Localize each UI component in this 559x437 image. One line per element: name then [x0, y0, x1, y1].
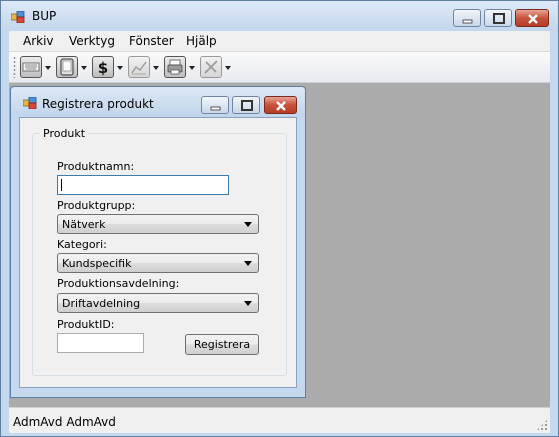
product-group-value: Nätverk [62, 218, 106, 231]
maximize-icon [493, 13, 505, 24]
chevron-down-icon [244, 261, 252, 266]
child-title-bar[interactable]: Registrera produkt [11, 87, 305, 117]
printer-icon [167, 59, 183, 75]
production-dept-value: Driftavdelning [62, 297, 141, 310]
register-button[interactable]: Registrera [185, 334, 259, 355]
toolbar-button-chart[interactable] [128, 56, 160, 80]
child-minimize-button[interactable] [201, 96, 229, 114]
category-label: Kategori: [57, 238, 107, 251]
minimize-icon [462, 19, 473, 24]
child-app-icon [23, 97, 37, 109]
dropdown-arrow-icon [189, 66, 195, 70]
product-id-input[interactable] [57, 333, 144, 353]
status-bar: AdmAvd AdmAvd [9, 407, 550, 433]
dropdown-arrow-icon [117, 66, 123, 70]
title-bar[interactable]: BUP [1, 1, 558, 31]
toolbar-button-keyboard[interactable] [20, 56, 52, 80]
dropdown-arrow-icon [225, 66, 231, 70]
minimize-button[interactable] [453, 9, 481, 27]
maximize-button[interactable] [484, 9, 512, 27]
register-product-window: Registrera produkt Produkt Produktnamn: … [10, 86, 306, 398]
close-icon [276, 101, 286, 111]
resize-grip-icon[interactable] [536, 419, 548, 431]
toolbar-grip[interactable] [13, 56, 16, 78]
close-icon [528, 14, 538, 24]
product-id-label: ProduktID: [57, 318, 115, 331]
tablet-icon [60, 58, 74, 76]
chevron-down-icon [244, 301, 252, 306]
svg-text:$: $ [98, 59, 108, 77]
category-select[interactable]: Kundspecifik [57, 253, 259, 273]
menu-verktyg[interactable]: Verktyg [69, 34, 115, 48]
menu-arkiv[interactable]: Arkiv [23, 34, 54, 48]
menu-bar: Arkiv Verktyg Fönster Hjälp [9, 31, 550, 52]
child-close-button[interactable] [264, 96, 297, 114]
child-maximize-button[interactable] [232, 96, 260, 114]
production-dept-label: Produktionsavdelning: [57, 277, 180, 290]
chevron-down-icon [244, 222, 252, 227]
chart-icon [131, 61, 147, 75]
dropdown-arrow-icon [45, 66, 51, 70]
category-value: Kundspecifik [62, 257, 132, 270]
tools-icon [204, 60, 218, 74]
toolbar-button-dollar[interactable]: $ [92, 56, 124, 80]
minimize-icon [210, 106, 221, 111]
main-window: BUP Arkiv Verktyg Fönster Hjälp $ AdmAvd… [0, 0, 559, 437]
dollar-icon: $ [98, 59, 108, 77]
toolbar-button-tools[interactable] [200, 56, 232, 80]
close-button[interactable] [515, 9, 549, 27]
app-icon [11, 11, 25, 23]
menu-fonster[interactable]: Fönster [129, 34, 174, 48]
menu-hjalp[interactable]: Hjälp [186, 34, 217, 48]
child-window-title: Registrera produkt [42, 97, 154, 111]
groupbox-title: Produkt [40, 127, 89, 140]
dropdown-arrow-icon [153, 66, 159, 70]
product-name-input[interactable] [57, 175, 229, 195]
keyboard-icon [22, 62, 40, 72]
production-dept-select[interactable]: Driftavdelning [57, 293, 259, 313]
window-title: BUP [32, 9, 57, 23]
child-client-area: Produkt Produktnamn: Produktgrupp: Nätve… [19, 117, 297, 388]
toolbar: $ [9, 52, 550, 83]
text-caret [61, 179, 62, 191]
product-name-label: Produktnamn: [57, 160, 135, 173]
product-group-select[interactable]: Nätverk [57, 214, 259, 234]
toolbar-button-tablet[interactable] [56, 56, 88, 80]
status-text: AdmAvd AdmAvd [13, 415, 116, 429]
product-group-label: Produktgrupp: [57, 199, 136, 212]
dropdown-arrow-icon [81, 66, 87, 70]
toolbar-button-printer[interactable] [164, 56, 196, 80]
restore-icon [241, 100, 253, 111]
